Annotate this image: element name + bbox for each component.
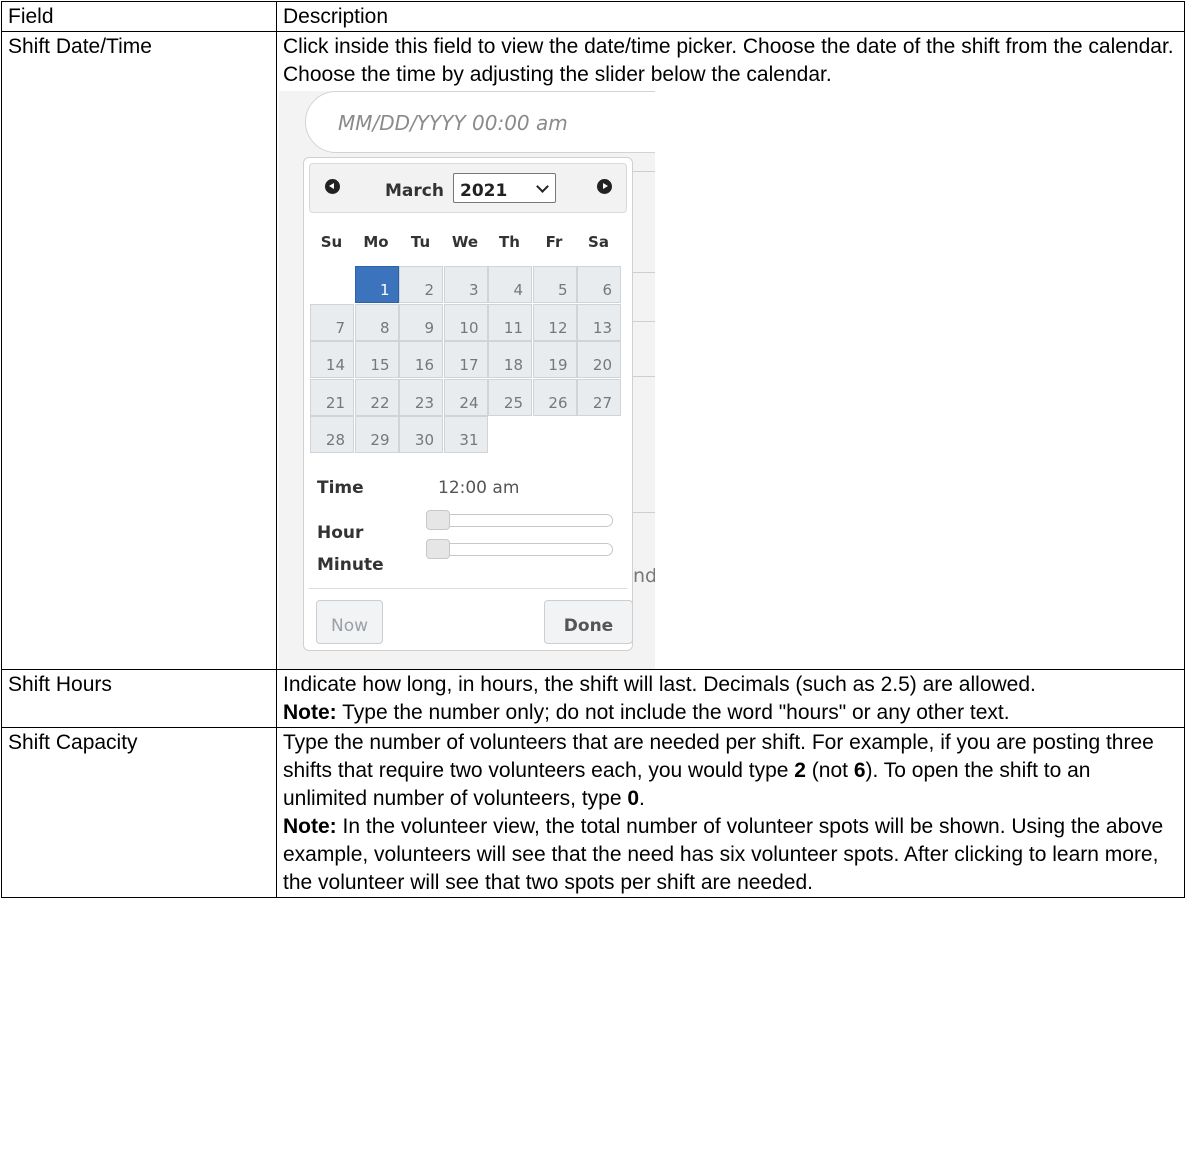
minute-slider-track[interactable] bbox=[426, 543, 613, 556]
calendar-day[interactable]: 21 bbox=[310, 378, 354, 416]
description-text: Indicate how long, in hours, the shift w… bbox=[283, 673, 1036, 696]
time-label: Time bbox=[317, 478, 364, 498]
calendar-day[interactable]: 12 bbox=[532, 303, 577, 341]
hour-slider-handle[interactable] bbox=[426, 510, 450, 530]
minute-label: Minute bbox=[317, 555, 384, 575]
header-description: Description bbox=[276, 1, 1185, 32]
done-button[interactable]: Done bbox=[544, 600, 633, 644]
calendar-day[interactable]: 13 bbox=[577, 303, 621, 341]
calendar-day[interactable]: 9 bbox=[399, 303, 443, 341]
calendar-day[interactable]: 29 bbox=[354, 416, 399, 453]
calendar-day[interactable]: 25 bbox=[488, 378, 532, 416]
minute-slider-handle[interactable] bbox=[426, 539, 450, 559]
calendar-day[interactable]: 3 bbox=[443, 266, 488, 303]
field-description-table: Field Description Shift Date/Time Click … bbox=[1, 1, 1185, 898]
row-description: Click inside this field to view the date… bbox=[276, 31, 1185, 670]
table-row: Shift Hours Indicate how long, in hours,… bbox=[1, 669, 1185, 728]
row-field-label: Shift Capacity bbox=[1, 727, 277, 898]
row-field-label: Shift Date/Time bbox=[1, 31, 277, 670]
description-text: Click inside this field to view the date… bbox=[283, 35, 1174, 86]
calendar-day[interactable]: 22 bbox=[354, 378, 399, 416]
note-text: Note: Type the number only; do not inclu… bbox=[283, 701, 1010, 724]
calendar-day[interactable]: 2 bbox=[399, 266, 443, 303]
note-label: Note: bbox=[283, 815, 337, 838]
year-select[interactable]: 2021 bbox=[453, 173, 556, 203]
next-month-icon[interactable] bbox=[597, 179, 612, 194]
prev-month-icon[interactable] bbox=[325, 179, 340, 194]
year-value: 2021 bbox=[460, 181, 508, 201]
calendar-day[interactable]: 4 bbox=[488, 266, 532, 303]
description-text: Type the number of volunteers that are n… bbox=[283, 731, 1154, 810]
calendar-day[interactable]: 8 bbox=[354, 303, 399, 341]
weekday-label: Tu bbox=[410, 233, 431, 251]
calendar-day[interactable]: 26 bbox=[532, 378, 577, 416]
calendar-day[interactable]: 7 bbox=[310, 303, 354, 341]
calendar-day[interactable]: 14 bbox=[310, 341, 354, 378]
calendar-day[interactable]: 27 bbox=[577, 378, 621, 416]
divider bbox=[309, 588, 627, 589]
month-label: March bbox=[385, 181, 444, 201]
calendar-day[interactable]: 6 bbox=[577, 266, 621, 303]
weekday-label: Fr bbox=[545, 233, 563, 251]
calendar-day[interactable]: 16 bbox=[399, 341, 443, 378]
date-time-picker-screenshot: March 2021 SuMoTuWeThFrSa 12345678910111… bbox=[279, 91, 655, 669]
weekday-label: We bbox=[451, 233, 479, 251]
note-label: Note: bbox=[283, 701, 337, 724]
calendar-day[interactable]: 24 bbox=[443, 378, 488, 416]
calendar-day[interactable]: 23 bbox=[399, 378, 443, 416]
date-time-input[interactable] bbox=[336, 110, 640, 136]
weekday-label: Sa bbox=[588, 233, 609, 251]
calendar-day[interactable]: 5 bbox=[532, 266, 577, 303]
row-field-label: Shift Hours bbox=[1, 669, 277, 728]
calendar-day[interactable]: 30 bbox=[399, 416, 443, 453]
calendar-day[interactable]: 20 bbox=[577, 341, 621, 378]
weekday-label: Su bbox=[320, 233, 343, 251]
note-text: Note: In the volunteer view, the total n… bbox=[283, 815, 1164, 894]
date-time-field[interactable] bbox=[305, 91, 655, 153]
calendar-day[interactable]: 28 bbox=[310, 416, 354, 453]
calendar-day[interactable]: 19 bbox=[532, 341, 577, 378]
now-button[interactable]: Now bbox=[316, 600, 383, 644]
calendar-day[interactable]: 18 bbox=[488, 341, 532, 378]
date-time-picker: March 2021 Su Mo Tu We Th Fr Sa 1 2 3 4 5 6 7 8 9 10 11 1… bbox=[303, 157, 633, 651]
calendar-day[interactable]: 31 bbox=[443, 416, 488, 453]
hour-label: Hour bbox=[317, 523, 364, 543]
calendar-day[interactable]: 11 bbox=[488, 303, 532, 341]
table-header-row: Field Description bbox=[1, 1, 1185, 32]
chevron-down-icon bbox=[536, 180, 549, 193]
calendar-day[interactable]: 17 bbox=[443, 341, 488, 378]
background-text-fragment: nd bbox=[633, 565, 655, 587]
time-value: 12:00 am bbox=[438, 478, 520, 498]
weekday-label: Mo bbox=[363, 233, 389, 251]
row-description: Type the number of volunteers that are n… bbox=[276, 727, 1185, 898]
calendar-day[interactable]: 1 bbox=[354, 266, 399, 303]
header-field: Field bbox=[1, 1, 277, 32]
row-description: Indicate how long, in hours, the shift w… bbox=[276, 669, 1185, 728]
table-row: Shift Capacity Type the number of volunt… bbox=[1, 727, 1185, 898]
table-row: Shift Date/Time Click inside this field … bbox=[1, 31, 1185, 670]
hour-slider-track[interactable] bbox=[426, 514, 613, 527]
calendar-day[interactable]: 15 bbox=[354, 341, 399, 378]
calendar-day[interactable]: 10 bbox=[443, 303, 488, 341]
weekday-label: Th bbox=[499, 233, 520, 251]
calendar-header: March 2021 bbox=[309, 163, 627, 213]
